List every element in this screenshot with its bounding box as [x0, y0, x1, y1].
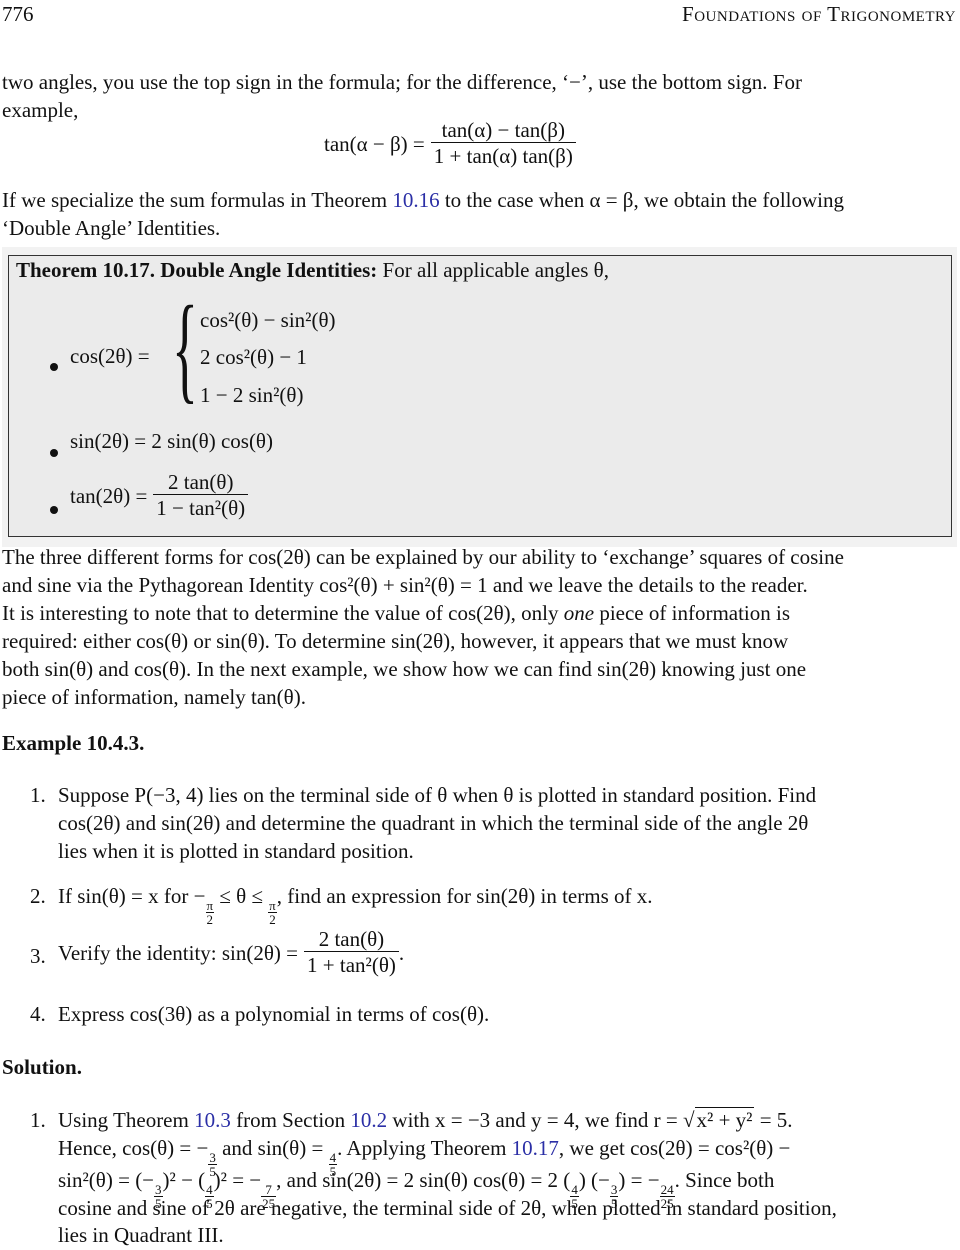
tan-double-identity: tan(2θ) = 2 tan(θ) 1 − tan²(θ): [70, 470, 249, 521]
solution-text: )² − (: [162, 1168, 206, 1192]
specialize-text-pre: If we specialize the sum formulas in The…: [2, 188, 393, 212]
identity-fraction: 2 tan(θ) 1 + tan²(θ): [304, 927, 399, 978]
item-2-post: , find an expression for sin(2θ) in term…: [276, 884, 653, 908]
specialize-text-post: to the case when α = β, we obtain the fo…: [439, 188, 845, 212]
emphasis-one: one: [563, 601, 595, 625]
solution-text: = 5.: [754, 1108, 793, 1132]
solution-text: . Applying Theorem: [337, 1136, 512, 1160]
solution-item-1-number: 1.: [30, 1108, 46, 1132]
discussion-text: piece of information is: [599, 601, 791, 625]
cos-case-3: 1 − 2 sin²(θ): [200, 383, 304, 407]
theorem-10-16-link[interactable]: 10.16: [392, 188, 439, 212]
example-item-2-number: 2.: [30, 884, 46, 908]
solution-text: , and sin(2θ) = 2 sin(θ) cos(θ) = 2 (: [276, 1168, 571, 1192]
discussion-line-3: It is interesting to note that to determ…: [2, 599, 957, 627]
theorem-name: Double Angle Identities:: [160, 258, 378, 282]
running-title: Foundations of Trigonometry: [682, 2, 956, 26]
theorem-10-17-link[interactable]: 10.17: [512, 1136, 559, 1160]
example-item-3-number: 3.: [30, 944, 46, 968]
sin-double-identity: sin(2θ) = 2 sin(θ) cos(θ): [70, 429, 273, 453]
pi-over-2-fraction: π2: [205, 899, 214, 926]
formula-lhs: tan(α − β) =: [324, 131, 425, 156]
theorem-label: Theorem 10.17.: [16, 258, 156, 282]
bullet-icon: [50, 506, 58, 514]
tan-difference-formula: tan(α − β) = tan(α) − tan(β) 1 + tan(α) …: [324, 118, 576, 169]
solution-title: Solution.: [2, 1055, 82, 1079]
sqrt-radicand: x² + y²: [694, 1107, 755, 1132]
specialize-line-1: If we specialize the sum formulas in The…: [2, 186, 957, 214]
discussion-line-6: piece of information, namely tan(θ).: [2, 685, 306, 709]
solution-line-4: cosine and sine of 2θ are negative, the …: [58, 1196, 837, 1220]
fraction-numerator: π: [206, 898, 214, 913]
example-item-4-text: Express cos(3θ) as a polynomial in terms…: [58, 1002, 490, 1026]
tan-double-numerator: 2 tan(θ): [167, 470, 234, 494]
bullet-cos: [50, 350, 58, 378]
formula-numerator: tan(α) − tan(β): [441, 118, 565, 142]
pi-over-2-fraction: π2: [268, 899, 277, 926]
example-item-1-line-2: cos(2θ) and sin(2θ) and determine the qu…: [58, 811, 809, 835]
example-title: Example 10.4.3.: [2, 731, 145, 755]
cos-case-2: 2 cos²(θ) − 1: [200, 345, 307, 369]
solution-text: with x = −3 and y = 4, we find r =: [387, 1108, 683, 1132]
bullet-icon: [50, 449, 58, 457]
item-2-pre: If sin(θ) = x for −: [58, 884, 206, 908]
bullet-icon: [50, 363, 58, 371]
formula-fraction: tan(α) − tan(β) 1 + tan(α) tan(β): [430, 118, 576, 169]
discussion-line-2: and sine via the Pythagorean Identity co…: [2, 573, 808, 597]
theorem-lead: For all applicable angles θ,: [382, 258, 609, 282]
fraction-numerator: π: [269, 898, 276, 913]
example-item-1-number: 1.: [30, 783, 46, 807]
bullet-tan: [50, 493, 58, 521]
cos-case-1: cos²(θ) − sin²(θ): [200, 308, 336, 332]
discussion-line-5: both sin(θ) and cos(θ). In the next exam…: [2, 657, 807, 681]
identity-numerator: 2 tan(θ): [318, 927, 385, 951]
solution-text: sin²(θ) = (−: [58, 1168, 155, 1192]
discussion-line-1: The three different forms for cos(2θ) ca…: [2, 545, 844, 569]
specialize-line-2: ‘Double Angle’ Identities.: [2, 216, 221, 240]
solution-text: )² = −: [213, 1168, 262, 1192]
example-item-1-line-1: Suppose P(−3, 4) lies on the terminal si…: [58, 783, 817, 807]
tan-double-fraction: 2 tan(θ) 1 − tan²(θ): [153, 470, 249, 521]
discussion-line-4: required: either cos(θ) or sin(θ). To de…: [2, 629, 789, 653]
left-brace-icon: {: [172, 281, 198, 414]
theorem-10-3-link[interactable]: 10.3: [194, 1108, 231, 1132]
cos-double-lhs: cos(2θ) =: [70, 344, 150, 368]
item-3-post: .: [398, 940, 405, 965]
item-3-pre: Verify the identity: sin(2θ) =: [58, 940, 299, 965]
example-item-3-text: Verify the identity: sin(2θ) = 2 tan(θ) …: [58, 927, 404, 978]
solution-line-5: lies in Quadrant III.: [58, 1223, 224, 1247]
fraction-denominator: 2: [205, 912, 214, 927]
fraction-denominator: 2: [268, 912, 277, 927]
fraction-numerator: 3: [209, 1150, 216, 1165]
solution-text: from Section: [230, 1108, 351, 1132]
solution-text: and sin(θ) =: [216, 1136, 329, 1160]
page-number: 776: [2, 2, 34, 26]
theorem-heading: Theorem 10.17. Double Angle Identities: …: [16, 256, 609, 284]
example-item-1-line-3: lies when it is plotted in standard posi…: [58, 839, 414, 863]
solution-text: Hence, cos(θ) = −: [58, 1136, 209, 1160]
bullet-sin: [50, 436, 58, 464]
solution-text: ) = −: [618, 1168, 660, 1192]
intro-line-1: two angles, you use the top sign in the …: [2, 70, 802, 94]
solution-text: . Since both: [674, 1168, 775, 1192]
identity-denominator: 1 + tan²(θ): [304, 951, 399, 978]
fraction-numerator: 4: [329, 1150, 337, 1165]
tan-double-lhs: tan(2θ) =: [70, 483, 148, 508]
solution-text: Using Theorem: [58, 1108, 195, 1132]
section-10-2-link[interactable]: 10.2: [350, 1108, 387, 1132]
solution-text: , we get cos(2θ) = cos²(θ) −: [558, 1136, 791, 1160]
example-item-2-text: If sin(θ) = x for − π 2 ≤ θ ≤ π2, find an …: [58, 882, 652, 926]
solution-line-1: Using Theorem 10.3 from Section 10.2 wit…: [58, 1106, 958, 1134]
item-2-mid: ≤ θ ≤: [214, 884, 269, 908]
formula-denominator: 1 + tan(α) tan(β): [430, 142, 576, 169]
tan-double-denominator: 1 − tan²(θ): [153, 494, 249, 521]
solution-text: ) (−: [578, 1168, 610, 1192]
sqrt-icon: √: [683, 1108, 695, 1132]
example-item-4-number: 4.: [30, 1002, 46, 1026]
discussion-text: It is interesting to note that to determ…: [2, 601, 559, 625]
